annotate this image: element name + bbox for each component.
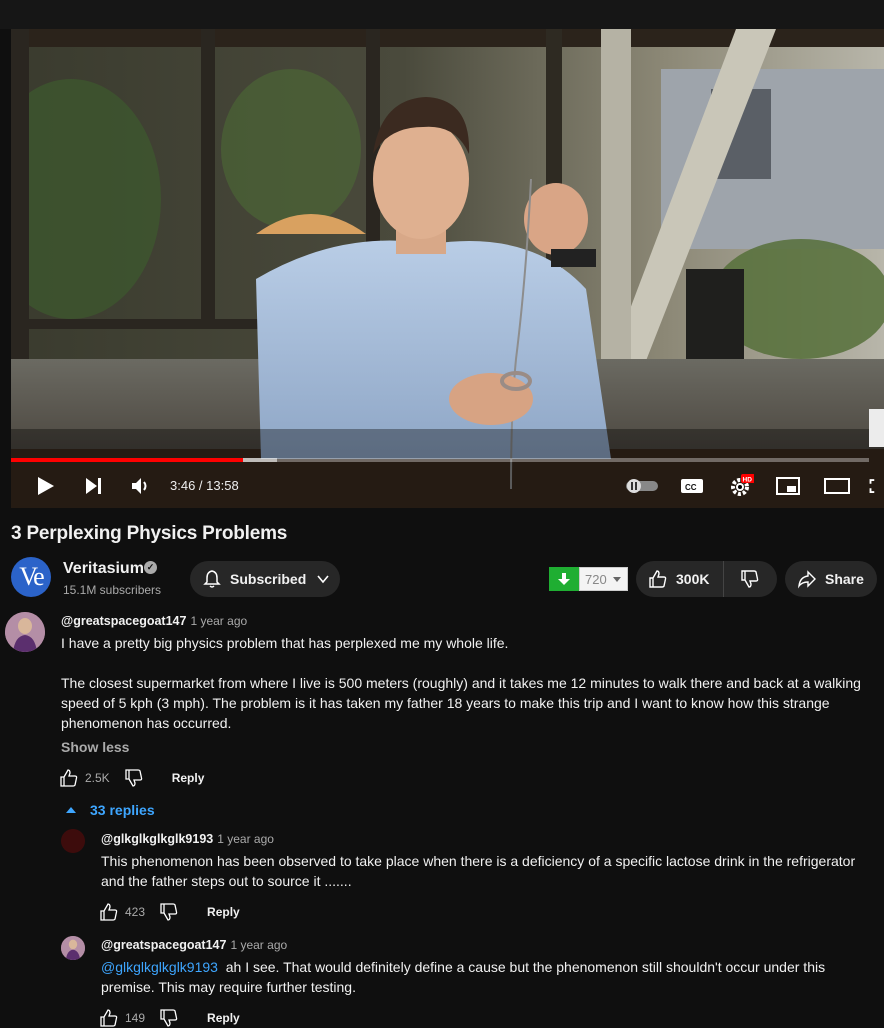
show-less-button[interactable]: Show less	[61, 739, 129, 755]
next-icon	[86, 478, 101, 494]
comment-time[interactable]: 1 year ago	[190, 614, 247, 628]
reply-text: @glkglkglkglk9193 ah I see. That would d…	[101, 957, 871, 997]
comment-paragraph: The closest supermarket from where I liv…	[61, 675, 861, 731]
reply-actions: 423 Reply	[99, 900, 240, 924]
video-frame	[11, 29, 884, 508]
svg-text:CC: CC	[685, 483, 697, 492]
comment-author[interactable]: @greatspacegoat147 1 year ago	[61, 614, 247, 628]
reply-time[interactable]: 1 year ago	[230, 938, 287, 952]
theater-button[interactable]	[819, 466, 855, 506]
reply-like-count: 423	[125, 905, 146, 919]
dislike-button[interactable]	[724, 561, 776, 597]
comment-paragraph: I have a pretty big physics problem that…	[61, 635, 509, 651]
channel-name[interactable]: Veritasium	[63, 560, 144, 578]
play-button[interactable]	[27, 466, 63, 506]
captions-button[interactable]: CC	[677, 466, 707, 506]
comment-author-handle[interactable]: @greatspacegoat147	[61, 614, 186, 628]
reply-author[interactable]: @greatspacegoat147 1 year ago	[101, 938, 287, 952]
reply-dislike-button[interactable]	[159, 902, 179, 922]
share-icon	[798, 570, 816, 589]
dislike-icon	[125, 769, 142, 787]
reply-like-button[interactable]	[99, 1008, 119, 1028]
verified-icon: ✓	[144, 561, 157, 574]
comment-reply-button[interactable]: Reply	[172, 771, 205, 785]
reply-author-handle[interactable]: @glkglkglkglk9193	[101, 832, 213, 846]
dislike-icon	[160, 1009, 178, 1027]
comment-like-count: 2.5K	[85, 771, 110, 785]
miniplayer-button[interactable]	[773, 466, 803, 506]
play-icon	[38, 477, 54, 495]
video-title: 3 Perplexing Physics Problems	[11, 523, 288, 544]
subscribed-button[interactable]: Subscribed	[190, 561, 340, 597]
reply-like-button[interactable]	[99, 902, 119, 922]
player-controls: 3:46 / 13:58 CC HD	[11, 466, 884, 506]
reply-actions: 149 Reply	[99, 1006, 240, 1028]
hd-badge: HD	[743, 477, 753, 484]
theater-icon	[824, 478, 850, 494]
comment-dislike-button[interactable]	[124, 768, 144, 788]
bell-icon	[203, 570, 221, 588]
avatar-image	[61, 829, 85, 853]
captions-icon: CC	[681, 479, 703, 493]
like-icon	[100, 1009, 118, 1027]
comment-like-button[interactable]	[59, 768, 79, 788]
dislike-icon	[160, 903, 178, 921]
share-button[interactable]: Share	[785, 561, 877, 597]
reply-time[interactable]: 1 year ago	[217, 832, 274, 846]
progress-played	[11, 458, 243, 462]
like-button[interactable]: 300K	[636, 561, 724, 597]
download-button[interactable]	[549, 567, 579, 591]
like-icon	[649, 570, 667, 588]
settings-icon: HD	[731, 474, 754, 496]
download-icon	[558, 573, 570, 585]
reply-reply-button[interactable]: Reply	[207, 1011, 240, 1025]
like-count: 300K	[676, 571, 710, 587]
like-dislike-bar: 300K	[636, 561, 777, 597]
caret-down-icon	[612, 576, 621, 582]
reply-like-count: 149	[125, 1011, 146, 1025]
volume-icon	[132, 478, 147, 494]
share-label: Share	[825, 571, 864, 587]
comment-actions: 2.5K Reply	[59, 766, 204, 790]
progress-bar[interactable]	[11, 458, 869, 462]
download-count[interactable]: 720	[579, 567, 628, 591]
channel-avatar[interactable]: Ve	[11, 557, 51, 597]
dislike-icon	[741, 570, 759, 588]
comment-text: I have a pretty big physics problem that…	[61, 633, 871, 733]
replies-toggle[interactable]: 33 replies	[66, 802, 155, 818]
avatar-image	[61, 936, 85, 960]
reply-author[interactable]: @glkglkglkglk9193 1 year ago	[101, 832, 274, 846]
settings-button[interactable]: HD	[723, 466, 759, 506]
like-icon	[100, 903, 118, 921]
comment-avatar[interactable]	[5, 612, 45, 652]
chevron-down-icon	[317, 575, 329, 584]
reply-avatar[interactable]	[61, 936, 85, 960]
fullscreen-icon	[869, 479, 875, 493]
reply-text: This phenomenon has been observed to tak…	[101, 853, 856, 889]
reply-mention-link[interactable]: @glkglkglkglk9193	[101, 959, 218, 975]
reply-dislike-button[interactable]	[159, 1008, 179, 1028]
miniplayer-icon	[776, 477, 800, 495]
avatar-image	[5, 612, 45, 652]
reply-author-handle[interactable]: @greatspacegoat147	[101, 938, 226, 952]
download-count-value: 720	[585, 571, 607, 587]
video-player[interactable]	[11, 29, 884, 508]
replies-count: 33 replies	[90, 802, 155, 818]
time-display: 3:46 / 13:58	[170, 478, 239, 493]
top-strip	[0, 0, 884, 29]
like-icon	[60, 769, 78, 787]
autoplay-toggle-icon	[626, 479, 658, 493]
reply-avatar[interactable]	[61, 829, 85, 853]
reply-reply-button[interactable]: Reply	[207, 905, 240, 919]
fullscreen-button[interactable]	[869, 466, 884, 506]
volume-button[interactable]	[123, 466, 159, 506]
download-widget[interactable]: 720	[549, 567, 628, 591]
chevron-up-icon	[66, 807, 76, 813]
next-button[interactable]	[75, 466, 111, 506]
subscribed-label: Subscribed	[230, 571, 307, 587]
progress-buffer	[242, 458, 277, 462]
autoplay-toggle[interactable]	[623, 466, 661, 506]
subscriber-count: 15.1M subscribers	[63, 583, 162, 597]
